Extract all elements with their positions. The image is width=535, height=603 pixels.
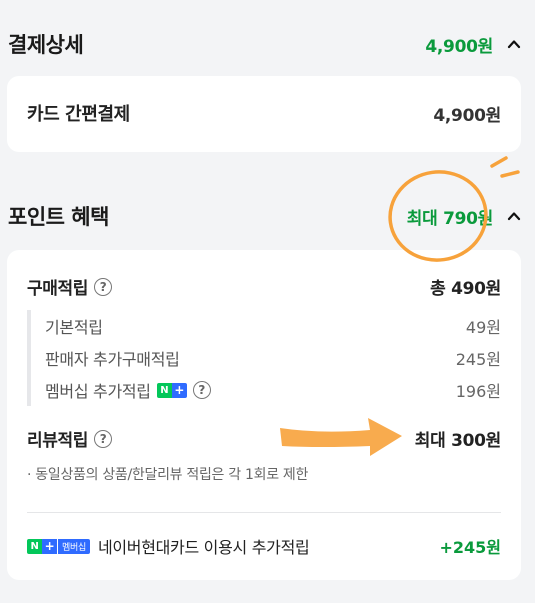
- seller-reward-value: 245원: [455, 350, 501, 369]
- payment-method-row: 카드 간편결제 4,900원: [27, 100, 501, 126]
- help-icon[interactable]: ?: [192, 381, 211, 399]
- card-benefit-label: 네이버현대카드 이용시 추가적립: [97, 538, 310, 557]
- list-item: 멤버십 추가적립 N + ? 196원: [31, 374, 501, 406]
- basic-reward-label: 기본적립: [45, 318, 103, 337]
- review-reward-row: 리뷰적립 ? 최대 300원: [27, 426, 501, 451]
- points-card: 구매적립 ? 총 490원 기본적립 49원 판매자 추가구매적립 245원 멤…: [7, 250, 521, 580]
- payment-method-label: 카드 간편결제: [27, 104, 130, 125]
- points-section-header[interactable]: 포인트 혜택 최대 790원: [8, 196, 521, 236]
- card-benefit-value: +245원: [439, 538, 501, 557]
- membership-reward-value: 196원: [455, 382, 501, 401]
- basic-reward-value: 49원: [465, 318, 501, 337]
- payment-card: 카드 간편결제 4,900원: [7, 76, 521, 152]
- payment-section-header[interactable]: 결제상세 4,900원: [8, 24, 521, 64]
- membership-reward-label: 멤버십 추가적립: [45, 382, 151, 401]
- review-reward-value: 최대 300원: [414, 431, 502, 451]
- seller-reward-label: 판매자 추가구매적립: [45, 350, 180, 369]
- chevron-up-icon[interactable]: [507, 37, 521, 51]
- naver-membership-badge-icon: N + 멤버십: [27, 538, 90, 554]
- review-reward-note: · 동일상품의 상품/한달리뷰 적립은 각 1회로 제한: [27, 467, 309, 483]
- payment-section-title: 결제상세: [8, 33, 84, 57]
- purchase-reward-total: 총 490원: [430, 279, 501, 299]
- highlight-tick: [500, 170, 520, 178]
- purchase-reward-breakdown: 기본적립 49원 판매자 추가구매적립 245원 멤버십 추가적립 N + ? 1…: [27, 310, 501, 406]
- points-section-title: 포인트 혜택: [8, 205, 109, 229]
- naver-plus-badge-icon: N +: [156, 382, 187, 398]
- points-max-total: 최대 790원: [406, 208, 494, 229]
- purchase-reward-label: 구매적립: [27, 279, 88, 299]
- payment-total: 4,900원: [425, 36, 493, 57]
- purchase-reward-row: 구매적립 ? 총 490원: [27, 274, 501, 299]
- payment-method-amount: 4,900원: [433, 105, 501, 126]
- highlight-tick: [490, 156, 508, 168]
- divider: [27, 512, 501, 513]
- list-item: 판매자 추가구매적립 245원: [31, 342, 501, 374]
- list-item: 기본적립 49원: [31, 310, 501, 342]
- review-reward-label: 리뷰적립: [27, 431, 88, 451]
- help-icon[interactable]: ?: [93, 429, 112, 448]
- help-icon[interactable]: ?: [93, 277, 112, 296]
- chevron-up-icon[interactable]: [507, 209, 521, 223]
- card-benefit-row: N + 멤버십 네이버현대카드 이용시 추가적립 +245원: [27, 534, 501, 558]
